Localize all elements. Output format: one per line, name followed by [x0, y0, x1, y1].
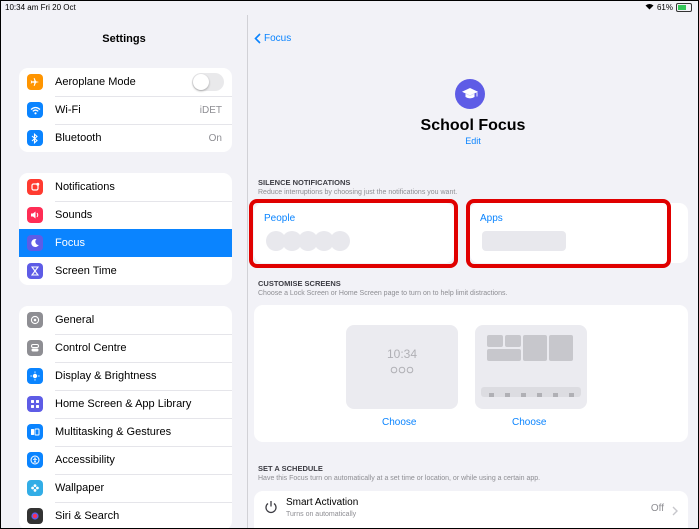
sidebar-item-label: Multitasking & Gestures [55, 426, 172, 438]
sidebar-item-label: Bluetooth [55, 132, 102, 144]
sidebar-item-screen-time[interactable]: Screen Time [19, 257, 232, 285]
airplane-icon [27, 74, 43, 90]
status-right: 61% [645, 3, 692, 12]
status-time: 10:34 am Fri 20 Oct [5, 3, 76, 12]
ipad-screen: 10:34 am Fri 20 Oct 61% Settings Aeropla… [0, 0, 699, 529]
bluetooth-status-value: On [208, 132, 222, 144]
sidebar-item-label: Sounds [55, 209, 93, 221]
smart-activation-title: Smart Activation [286, 497, 359, 508]
home-screen-preview[interactable] [475, 325, 587, 409]
choose-home-screen-button[interactable]: Choose [512, 417, 546, 428]
customise-screens-header: CUSTOMISE SCREENS [258, 279, 341, 288]
gear-icon [27, 312, 43, 328]
moon-icon [27, 235, 43, 251]
dock-placeholder [481, 387, 581, 397]
sidebar-item-display-brightness[interactable]: Display & Brightness [19, 362, 232, 390]
switches-icon [27, 340, 43, 356]
chevron-right-icon [672, 503, 678, 521]
sidebar-item-bluetooth[interactable]: Bluetooth On [19, 124, 232, 152]
sidebar-item-label: Accessibility [55, 454, 115, 466]
sidebar-item-label: Notifications [55, 181, 115, 193]
sidebar-item-multitasking[interactable]: Multitasking & Gestures [19, 418, 232, 446]
status-bar: 10:34 am Fri 20 Oct 61% [1, 1, 698, 15]
sidebar-item-wifi[interactable]: Wi-Fi iDET [19, 96, 232, 124]
silence-notifications-subtitle: Reduce interruptions by choosing just th… [258, 189, 458, 196]
choose-lock-screen-button[interactable]: Choose [382, 417, 416, 428]
sidebar-item-label: Focus [55, 237, 85, 249]
bell-icon [27, 179, 43, 195]
power-icon [264, 500, 278, 519]
app-icon-placeholder [505, 335, 521, 347]
highlight-apps [466, 199, 671, 268]
siri-icon [27, 508, 43, 524]
sidebar-item-notifications[interactable]: Notifications [19, 173, 232, 201]
sidebar-item-sounds[interactable]: Sounds [19, 201, 232, 229]
widget-placeholder [549, 335, 573, 361]
sidebar-group-connectivity: Aeroplane Mode Wi-Fi iDET Bluetooth On [19, 68, 232, 152]
sidebar-item-control-centre[interactable]: Control Centre [19, 334, 232, 362]
sidebar-item-siri-search[interactable]: Siri & Search [19, 502, 232, 528]
sun-icon [27, 368, 43, 384]
sidebar-group-notifications: Notifications Sounds Focus Screen Time [19, 173, 232, 285]
battery-icon [676, 3, 692, 12]
lock-screen-time: 10:34 [386, 347, 418, 361]
sidebar-item-label: Control Centre [55, 342, 127, 354]
wifi-icon [27, 102, 43, 118]
hourglass-icon [27, 263, 43, 279]
sidebar-item-label: Wi-Fi [55, 104, 81, 116]
graduation-cap-icon [455, 79, 485, 109]
sidebar-item-label: Screen Time [55, 265, 117, 277]
sidebar-item-aeroplane-mode[interactable]: Aeroplane Mode [19, 68, 232, 96]
sidebar-item-label: Aeroplane Mode [55, 76, 136, 88]
lock-screen-widgets [346, 361, 458, 379]
sidebar-item-label: Home Screen & App Library [55, 398, 192, 410]
settings-sidebar: Settings Aeroplane Mode Wi-Fi iDET Bluet… [1, 15, 248, 528]
sidebar-item-label: Wallpaper [55, 482, 105, 494]
multitask-icon [27, 424, 43, 440]
sidebar-item-label: General [55, 314, 95, 326]
grid-icon [27, 396, 43, 412]
chevron-left-icon [254, 33, 261, 44]
speaker-icon [27, 207, 43, 223]
smart-activation-value: Off [650, 503, 664, 514]
silence-notifications-header: SILENCE NOTIFICATIONS [258, 178, 351, 187]
lock-screen-preview[interactable]: 10:34 [346, 325, 458, 409]
accessibility-icon [27, 452, 43, 468]
app-icon-placeholder [487, 335, 503, 347]
wifi-status-icon [645, 3, 654, 12]
highlight-people [249, 199, 458, 268]
battery-percent: 61% [656, 3, 673, 12]
sidebar-item-wallpaper[interactable]: Wallpaper [19, 474, 232, 502]
sidebar-title: Settings [102, 33, 146, 45]
sidebar-group-general: General Control Centre Display & Brightn… [19, 306, 232, 528]
widget-placeholder [523, 335, 547, 361]
sidebar-item-accessibility[interactable]: Accessibility [19, 446, 232, 474]
customise-screens-card: 10:34 Choose Choose [254, 305, 688, 442]
sidebar-item-general[interactable]: General [19, 306, 232, 334]
smart-activation-subtitle: Turns on automatically [286, 511, 357, 518]
back-button[interactable]: Focus [254, 33, 291, 44]
sidebar-item-label: Siri & Search [55, 510, 120, 522]
smart-activation-row[interactable]: Smart Activation Turns on automatically … [254, 491, 688, 528]
flower-icon [27, 480, 43, 496]
page-title: School Focus [420, 117, 526, 134]
sidebar-item-home-screen[interactable]: Home Screen & App Library [19, 390, 232, 418]
back-label: Focus [264, 33, 292, 44]
aeroplane-toggle[interactable] [192, 73, 224, 91]
sidebar-item-focus[interactable]: Focus [19, 229, 232, 257]
set-schedule-header: SET A SCHEDULE [258, 464, 323, 473]
focus-detail-pane: Focus School Focus Edit SILENCE NOTIFICA… [248, 15, 698, 528]
bluetooth-icon [27, 130, 43, 146]
sidebar-item-label: Display & Brightness [55, 370, 157, 382]
customise-screens-subtitle: Choose a Lock Screen or Home Screen page… [258, 290, 508, 297]
wifi-network-value: iDET [199, 104, 222, 116]
widget-placeholder [487, 349, 521, 361]
set-schedule-subtitle: Have this Focus turn on automatically at… [258, 475, 541, 482]
edit-button[interactable]: Edit [248, 136, 698, 146]
